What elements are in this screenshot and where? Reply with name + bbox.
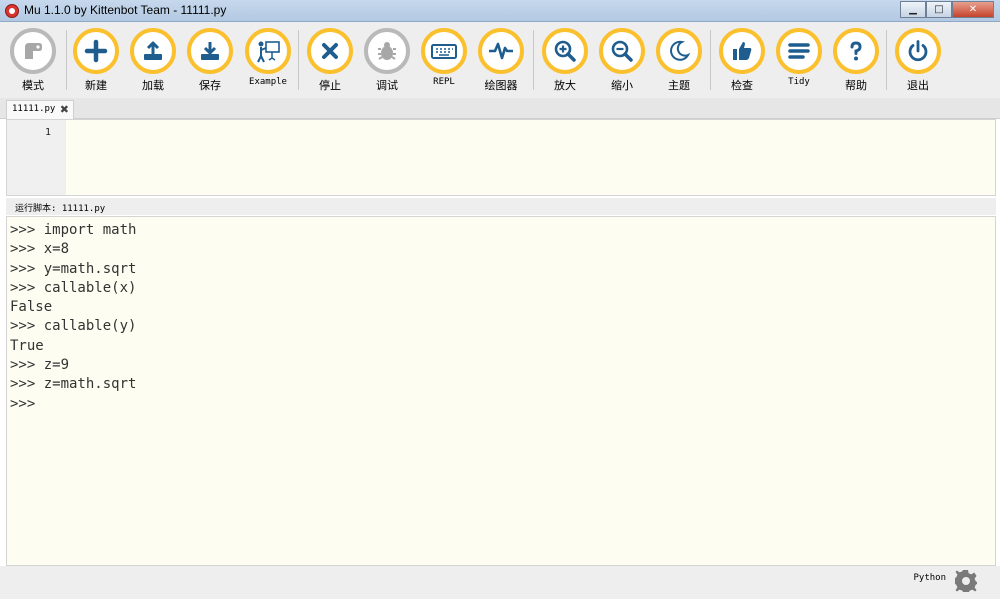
load-label: 加载 bbox=[142, 79, 164, 92]
mode-indicator: Python bbox=[913, 573, 946, 583]
repl-button[interactable]: REPL bbox=[414, 28, 474, 87]
load-button[interactable]: 加载 bbox=[123, 28, 183, 93]
quit-label: 退出 bbox=[907, 79, 929, 92]
tidy-label: Tidy bbox=[788, 77, 810, 87]
power-icon bbox=[895, 28, 941, 74]
minimize-button[interactable]: ▁ bbox=[900, 1, 926, 18]
gear-icon[interactable] bbox=[954, 569, 978, 593]
tab-bar: 11111.py ✖ bbox=[0, 98, 1000, 119]
code-editor[interactable]: 1 bbox=[6, 119, 996, 196]
line-number: 1 bbox=[44, 127, 51, 138]
close-window-button[interactable]: ✕ bbox=[952, 1, 994, 18]
zoom-in-label: 放大 bbox=[554, 79, 576, 92]
save-label: 保存 bbox=[199, 79, 221, 92]
repl-line: True bbox=[10, 337, 44, 354]
app-logo-icon bbox=[5, 4, 19, 18]
question-icon bbox=[833, 28, 879, 74]
repl-line: >>> y=math.sqrt bbox=[10, 260, 137, 277]
close-icon bbox=[307, 28, 353, 74]
window-controls: ▁ □ ✕ bbox=[900, 1, 994, 19]
check-button[interactable]: 检查 bbox=[712, 28, 772, 93]
moon-icon bbox=[656, 28, 702, 74]
new-label: 新建 bbox=[85, 79, 107, 92]
lines-icon bbox=[776, 28, 822, 74]
toolbar-divider bbox=[886, 30, 887, 90]
upload-icon bbox=[130, 28, 176, 74]
zoom-in-button[interactable]: 放大 bbox=[535, 28, 595, 93]
quit-button[interactable]: 退出 bbox=[888, 28, 948, 93]
zoom-out-icon bbox=[599, 28, 645, 74]
bug-icon bbox=[364, 28, 410, 74]
tidy-button[interactable]: Tidy bbox=[769, 28, 829, 87]
plotter-label: 绘图器 bbox=[484, 79, 518, 92]
repl-line: >>> z=9 bbox=[10, 357, 70, 374]
tab-close-icon[interactable]: ✖ bbox=[60, 103, 69, 116]
repl-line: >>> import math bbox=[10, 222, 137, 238]
debug-label: 调试 bbox=[376, 79, 398, 92]
repl-label: REPL bbox=[433, 77, 455, 87]
debug-button[interactable]: 调试 bbox=[357, 28, 417, 93]
check-label: 检查 bbox=[731, 79, 753, 92]
zoom-out-label: 缩小 bbox=[611, 79, 633, 92]
toolbar-divider bbox=[533, 30, 534, 90]
status-bar: Python bbox=[0, 566, 1000, 599]
toolbar: 模式 新建 加载 保存 Example 停止 调试 REPL 绘图器 放大 缩小… bbox=[0, 22, 1000, 98]
title-bar: Mu 1.1.0 by Kittenbot Team - 11111.py ▁ … bbox=[0, 0, 1000, 22]
repl-line: >>> callable(y) bbox=[10, 318, 137, 335]
presentation-icon bbox=[245, 28, 291, 74]
stop-label: 停止 bbox=[319, 79, 341, 92]
toolbar-divider bbox=[710, 30, 711, 90]
pulse-icon bbox=[478, 28, 524, 74]
zoom-out-button[interactable]: 缩小 bbox=[592, 28, 652, 93]
repl-line: False bbox=[10, 299, 53, 316]
download-icon bbox=[187, 28, 233, 74]
help-button[interactable]: 帮助 bbox=[826, 28, 886, 93]
repl-header: 运行脚本: 11111.py bbox=[6, 198, 996, 215]
maximize-button[interactable]: □ bbox=[926, 1, 952, 18]
toolbar-divider bbox=[298, 30, 299, 90]
line-number-gutter: 1 bbox=[7, 120, 66, 195]
plus-icon bbox=[73, 28, 119, 74]
tab-11111-py[interactable]: 11111.py ✖ bbox=[6, 100, 74, 119]
repl-line: >>> z=math.sqrt bbox=[10, 376, 137, 393]
mode-label: 模式 bbox=[22, 79, 44, 92]
repl-prompt[interactable]: >>> bbox=[10, 395, 995, 414]
save-button[interactable]: 保存 bbox=[180, 28, 240, 93]
repl-line: >>> x=8 bbox=[10, 241, 70, 258]
thumbs-up-icon bbox=[719, 28, 765, 74]
theme-label: 主题 bbox=[668, 79, 690, 92]
stop-button[interactable]: 停止 bbox=[300, 28, 360, 93]
example-label: Example bbox=[249, 77, 287, 87]
window-title: Mu 1.1.0 by Kittenbot Team - 11111.py bbox=[24, 3, 227, 17]
plotter-button[interactable]: 绘图器 bbox=[471, 28, 531, 93]
new-button[interactable]: 新建 bbox=[66, 28, 126, 93]
repl-line: >>> callable(x) bbox=[10, 279, 137, 296]
repl-console[interactable]: >>> import math >>> x=8 >>> y=math.sqrt … bbox=[6, 216, 996, 566]
mode-button[interactable]: 模式 bbox=[3, 28, 63, 93]
tab-label: 11111.py bbox=[12, 104, 56, 114]
repl-title: 运行脚本: 11111.py bbox=[15, 204, 106, 214]
mode-icon bbox=[10, 28, 56, 74]
zoom-in-icon bbox=[542, 28, 588, 74]
theme-button[interactable]: 主题 bbox=[649, 28, 709, 93]
help-label: 帮助 bbox=[845, 79, 867, 92]
example-button[interactable]: Example bbox=[238, 28, 298, 87]
keyboard-icon bbox=[421, 28, 467, 74]
